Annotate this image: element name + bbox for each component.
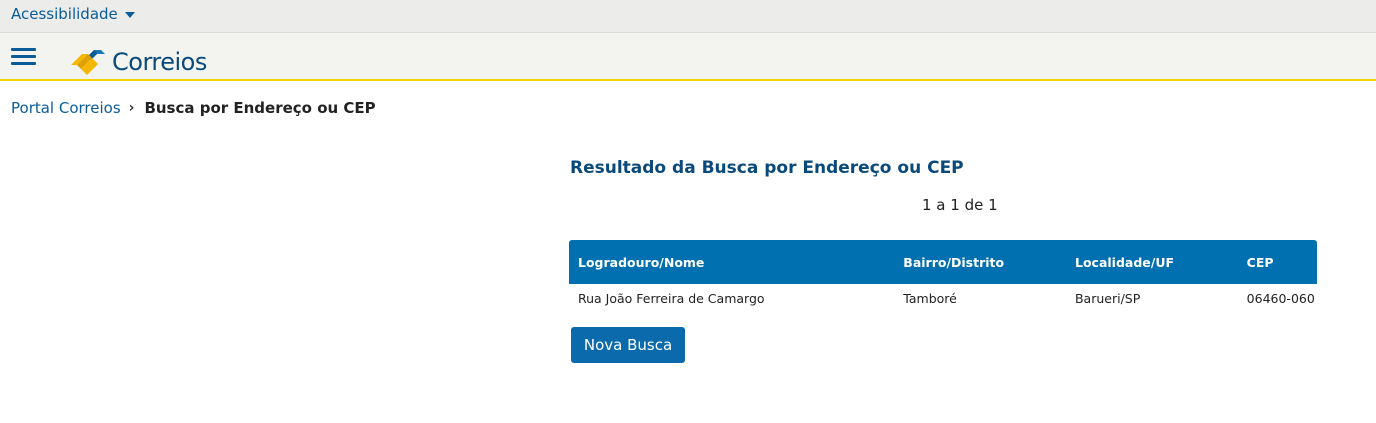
column-header-localidade: Localidade/UF xyxy=(1074,254,1175,270)
correios-logo[interactable]: Correios xyxy=(70,41,207,75)
cell-localidade: Barueri/SP xyxy=(1074,290,1141,306)
table-header-row: Logradouro/Nome Bairro/Distrito Localida… xyxy=(569,240,1317,284)
column-header-cep: CEP xyxy=(1246,254,1274,270)
cell-cep: 06460-060 xyxy=(1246,290,1315,306)
breadcrumb-home-link[interactable]: Portal Correios xyxy=(11,99,121,117)
logo-text: Correios xyxy=(112,48,207,76)
column-header-bairro: Bairro/Distrito xyxy=(903,254,1005,270)
menu-icon[interactable] xyxy=(11,48,36,66)
new-search-button[interactable]: Nova Busca xyxy=(571,327,685,363)
column-header-logradouro: Logradouro/Nome xyxy=(578,254,705,270)
pagination-info: 1 a 1 de 1 xyxy=(922,196,998,214)
cell-bairro: Tamboré xyxy=(903,290,957,306)
site-header: Correios xyxy=(0,33,1376,81)
accessibility-menu[interactable]: Acessibilidade xyxy=(11,5,135,23)
top-utility-bar: Acessibilidade xyxy=(0,0,1376,33)
breadcrumb-current: Busca por Endereço ou CEP xyxy=(144,99,376,117)
accessibility-label: Acessibilidade xyxy=(11,5,118,23)
caret-down-icon xyxy=(124,12,135,18)
chevron-right-icon: › xyxy=(128,100,135,116)
cell-logradouro: Rua João Ferreira de Camargo xyxy=(578,290,765,306)
breadcrumb: Portal Correios › Busca por Endereço ou … xyxy=(11,99,376,117)
correios-logo-mark-icon xyxy=(71,50,105,75)
page-title: Resultado da Busca por Endereço ou CEP xyxy=(570,158,964,178)
table-row: Rua João Ferreira de Camargo Tamboré Bar… xyxy=(569,284,1317,312)
results-table: Logradouro/Nome Bairro/Distrito Localida… xyxy=(569,240,1317,312)
